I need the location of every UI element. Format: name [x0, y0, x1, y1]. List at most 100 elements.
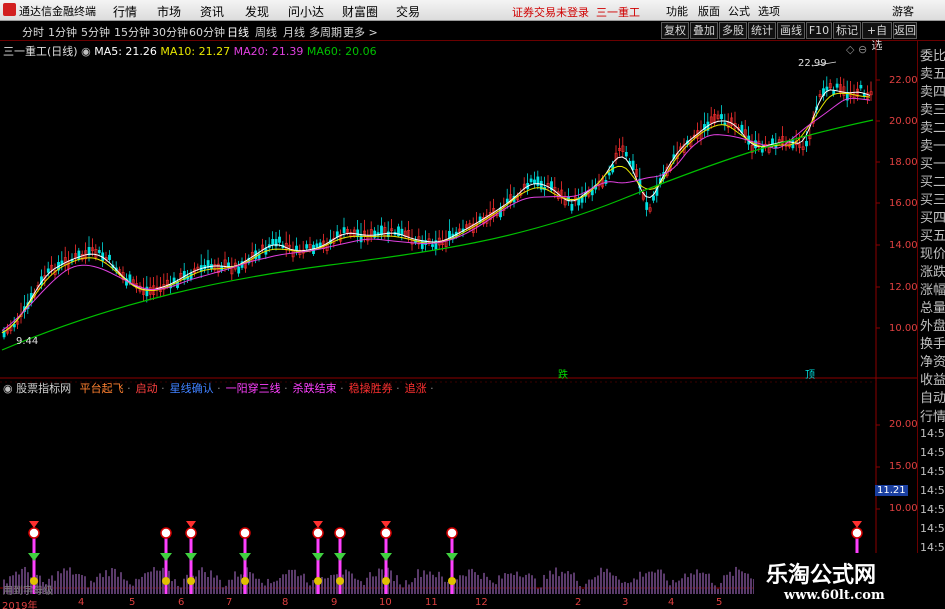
add-watchlist-button[interactable]: +自选 — [862, 22, 892, 52]
signal-dot-icon — [162, 577, 170, 585]
guest-user-label[interactable]: 游客 — [892, 3, 914, 19]
menu-discover[interactable]: 发现 — [245, 3, 269, 20]
side-panel-tab[interactable]: 行情 — [920, 406, 945, 425]
main-chart-legend: 三一重工(日线) ◉ MA5: 21.26 MA10: 21.27 MA20: … — [3, 43, 377, 59]
date-tick: 12 — [475, 597, 488, 608]
multi-stock-button[interactable]: 多股 — [719, 22, 747, 39]
menu-ask[interactable]: 问小达 — [288, 3, 324, 20]
date-tick: 6 — [178, 597, 185, 608]
menu-news[interactable]: 资讯 — [200, 3, 224, 20]
chart-settings-icon[interactable]: ◇ ⊖ — [846, 43, 867, 56]
tab-period-monthly[interactable]: 月线 — [283, 24, 305, 40]
signal-flag-icon — [313, 521, 323, 528]
side-panel-item: 现价 — [920, 247, 945, 262]
tab-period-60min[interactable]: 60分钟 — [189, 24, 225, 40]
signal-circle-icon — [380, 527, 392, 539]
side-panel-item: 外盘 — [920, 319, 945, 334]
tab-period-multi[interactable]: 多周期 — [309, 24, 342, 40]
side-panel-item: 卖一 — [920, 139, 945, 154]
menu-market[interactable]: 市场 — [157, 3, 181, 20]
date-tick: 10 — [379, 597, 392, 608]
candle-body — [108, 254, 111, 260]
candle-body — [315, 243, 319, 248]
side-panel-item: 卖二 — [920, 121, 945, 136]
site-watermark: 乐淘公式网 www.60lt.com — [754, 553, 945, 609]
back-button[interactable]: 返回 — [893, 22, 917, 39]
signal-dot-icon — [336, 577, 344, 585]
indicator-axis-label: 20.00 — [889, 419, 918, 430]
separator-dot: · — [157, 382, 165, 395]
watermark-title: 乐淘公式网 — [766, 562, 877, 588]
date-tick: 9 — [331, 597, 338, 608]
menu-wealth[interactable]: 财富圈 — [342, 3, 378, 20]
legend-toggle-icon[interactable]: ◉ — [81, 45, 91, 58]
tab-period-1min[interactable]: 1分钟 — [48, 24, 77, 40]
side-panel-item: 买三 — [920, 193, 945, 208]
tick-time: 14:50 — [920, 522, 945, 535]
tab-period-daily[interactable]: 日线 — [227, 24, 249, 40]
signal-circle-icon — [160, 527, 172, 539]
separator-dot: · — [213, 382, 221, 395]
tool-function-button[interactable]: 功能 — [666, 3, 688, 19]
broker-login-status[interactable]: 证券交易未登录 三一重工 — [512, 4, 640, 20]
indicator-item: 平台起飞 — [79, 382, 124, 395]
indicator-name[interactable]: 股票指标网 — [16, 382, 71, 395]
tool-formula-button[interactable]: 公式 — [728, 3, 750, 19]
candle-body — [97, 250, 101, 253]
kline-chart[interactable] — [0, 41, 917, 609]
price-axis-label: 20.00 — [889, 116, 918, 127]
date-tick: 2019年 — [2, 601, 38, 609]
tool-options-button[interactable]: 选项 — [758, 3, 780, 19]
indicator-item: 启动 — [135, 382, 158, 395]
tab-period-15min[interactable]: 15分钟 — [114, 24, 150, 40]
side-panel-item: 净资 — [920, 355, 945, 370]
date-tick: 4 — [668, 597, 675, 608]
side-panel-tab[interactable]: 自动 — [920, 387, 945, 406]
signal-dot-icon — [448, 577, 456, 585]
date-tick: 8 — [282, 597, 289, 608]
indicator-legend: ◉ 股票指标网 平台起飞 · 启动 · 星线确认 · 一阳穿三线 · 杀跌结束 · 稳操胜… — [3, 380, 434, 396]
signal-circle-icon — [239, 527, 251, 539]
indicator-item: 杀跌结束 — [292, 382, 337, 395]
signal-circle-icon — [446, 527, 458, 539]
date-tick: 3 — [622, 597, 629, 608]
stats-button[interactable]: 统计 — [748, 22, 776, 39]
side-panel-item: 买五 — [920, 229, 945, 244]
indicator-item: 一阳穿三线 — [225, 382, 281, 395]
signal-dot-icon — [382, 577, 390, 585]
menu-quotes[interactable]: 行情 — [113, 3, 137, 20]
tab-period-timeshare[interactable]: 分时 — [22, 24, 44, 40]
candle-body — [835, 83, 839, 88]
ma5-label: MA5: 21.26 — [94, 45, 157, 58]
price-axis-label: 14.00 — [889, 240, 918, 251]
f10-button[interactable]: F10 — [806, 22, 832, 39]
signal-flag-icon — [186, 521, 196, 528]
tick-time: 14:50 — [920, 446, 945, 459]
top-marker: 顶 — [805, 370, 815, 381]
mark-button[interactable]: 标记 — [833, 22, 861, 39]
signal-triangle-icon — [334, 553, 346, 561]
tick-time: 14:50 — [920, 427, 945, 440]
price-low-label: 9.44 — [16, 336, 39, 347]
indicator-value-badge: 11.21 — [875, 485, 908, 496]
candle-body — [305, 244, 309, 249]
stock-name-label[interactable]: 三一重工(日线) — [3, 45, 78, 58]
overlay-button[interactable]: 叠加 — [690, 22, 718, 39]
tick-time: 14:50 — [920, 503, 945, 516]
ma10-label: MA10: 21.27 — [160, 45, 231, 58]
draw-line-button[interactable]: 画线 — [777, 22, 805, 39]
tool-layout-button[interactable]: 版面 — [698, 3, 720, 19]
menu-trade[interactable]: 交易 — [396, 3, 420, 20]
side-panel-item: 卖三 — [920, 103, 945, 118]
candle-body — [624, 152, 628, 157]
adjust-button[interactable]: 复权 — [661, 22, 689, 39]
tab-period-weekly[interactable]: 周线 — [255, 24, 277, 40]
signal-flag-icon — [381, 521, 391, 528]
indicator-toggle-icon[interactable]: ◉ — [3, 382, 13, 395]
date-tick: 4 — [78, 597, 85, 608]
tab-period-30min[interactable]: 30分钟 — [152, 24, 188, 40]
tab-period-5min[interactable]: 5分钟 — [81, 24, 110, 40]
tab-period-more[interactable]: 更多 > — [343, 24, 378, 40]
candle-body — [720, 114, 723, 120]
date-tick: 2 — [575, 597, 582, 608]
